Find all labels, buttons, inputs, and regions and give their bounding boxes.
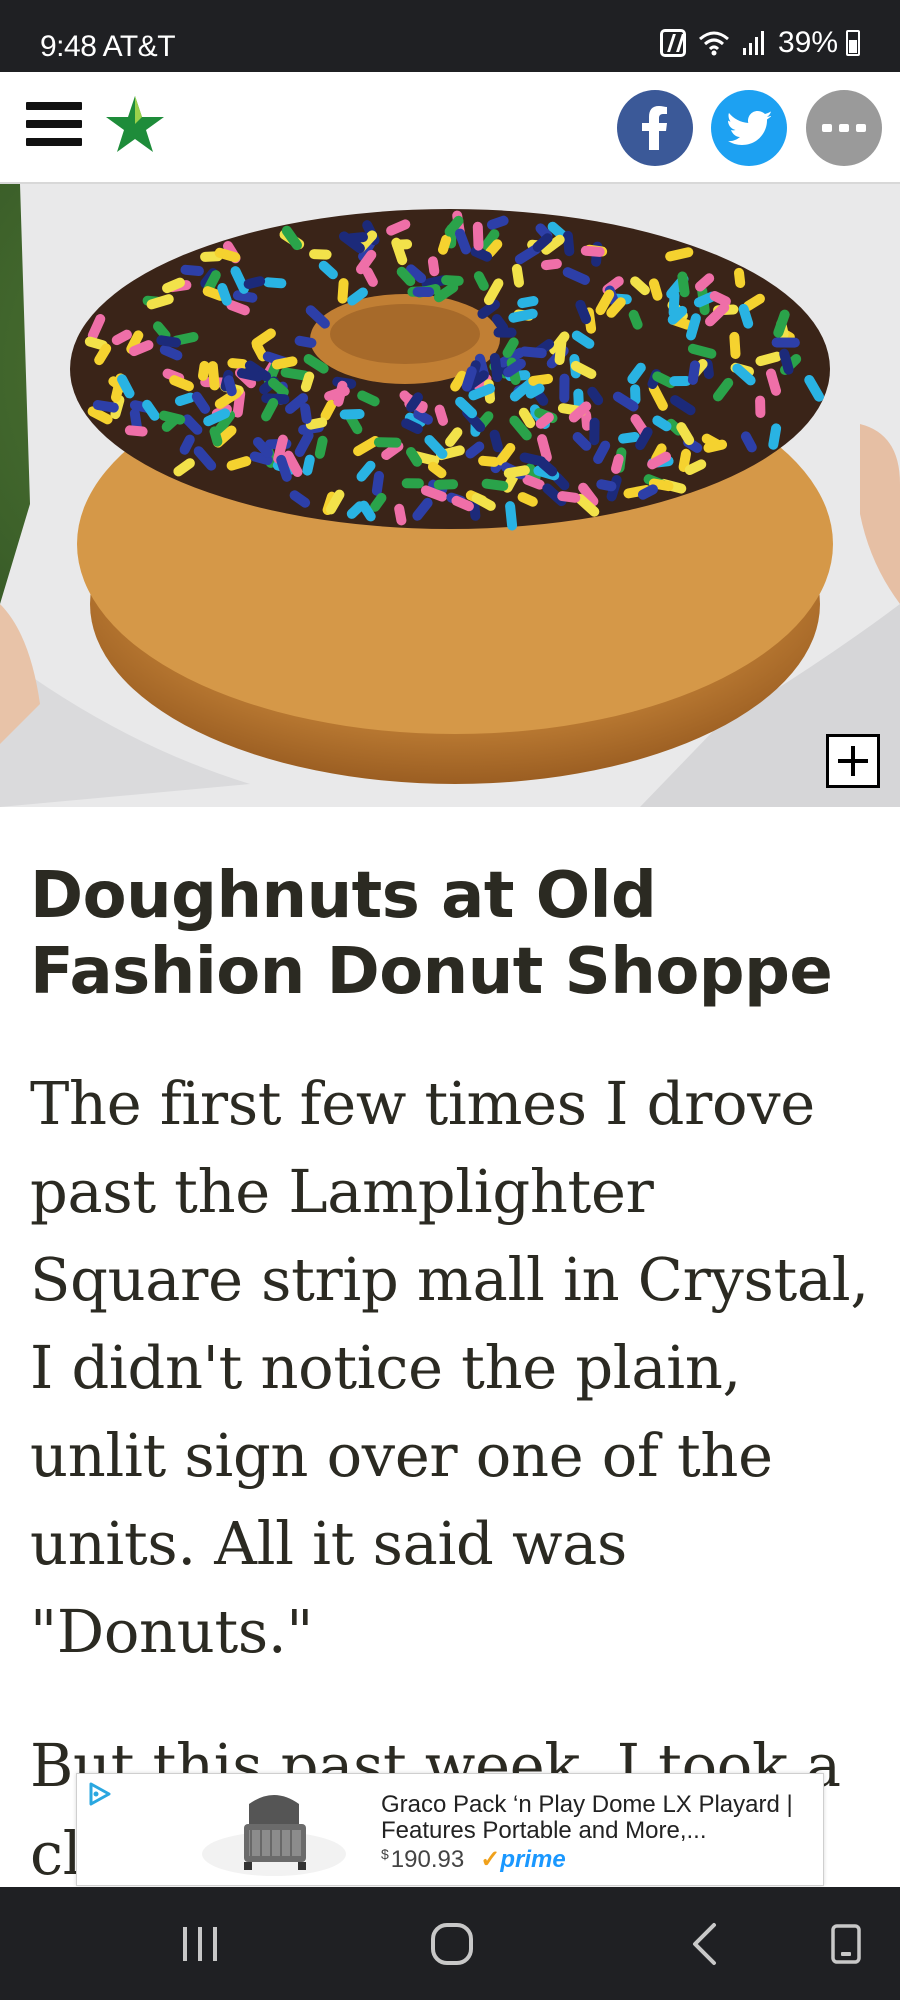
android-nav-bar xyxy=(0,1887,900,2000)
playard-product-image[interactable] xyxy=(199,1784,349,1876)
ad-currency: $ xyxy=(381,1846,389,1862)
back-icon xyxy=(693,1922,716,1965)
more-icon xyxy=(822,124,866,132)
prime-badge: ✓prime xyxy=(480,1845,565,1874)
battery-level: 39% xyxy=(777,26,838,59)
article-headline: Doughnuts at Old Fashion Donut Shoppe xyxy=(30,859,833,1009)
status-bar: 9:48 AT&T 39% xyxy=(0,0,900,72)
home-button[interactable] xyxy=(412,1887,492,2000)
rotate-icon xyxy=(831,1923,861,1964)
site-header xyxy=(0,72,900,184)
donut-illustration xyxy=(0,184,900,807)
status-icons: 39% xyxy=(659,26,860,60)
plus-icon xyxy=(838,746,868,776)
signal-icon xyxy=(742,31,764,55)
facebook-share-button[interactable] xyxy=(617,90,693,166)
hamburger-menu-icon[interactable] xyxy=(26,102,82,152)
more-share-button[interactable] xyxy=(806,90,882,166)
adchoices-icon[interactable] xyxy=(85,1780,113,1808)
ad-banner[interactable]: Graco Pack ‘n Play Dome LX Playard | Fea… xyxy=(76,1773,824,1886)
recents-icon xyxy=(183,1926,217,1961)
article-paragraph: The first few times I drove past the Lam… xyxy=(30,1069,869,1666)
rotate-button[interactable] xyxy=(806,1887,886,2000)
wifi-icon xyxy=(698,31,729,56)
facebook-icon xyxy=(642,106,667,150)
battery-icon xyxy=(846,30,860,56)
twitter-icon xyxy=(728,111,771,145)
prime-label: prime xyxy=(500,1846,566,1873)
ad-price-row: $ 190.93 ✓prime xyxy=(381,1845,566,1874)
expand-image-button[interactable] xyxy=(826,734,880,788)
ad-price: 190.93 xyxy=(390,1846,465,1873)
nfc-icon xyxy=(659,29,686,57)
home-icon xyxy=(431,1922,473,1965)
ad-product-title[interactable]: Graco Pack ‘n Play Dome LX Playard | Fea… xyxy=(381,1792,821,1844)
hero-donut-image[interactable] xyxy=(0,184,900,807)
status-time: 9:48 AT&T xyxy=(40,30,176,64)
twitter-share-button[interactable] xyxy=(711,90,787,166)
status-carrier: AT&T xyxy=(102,30,176,63)
recents-button[interactable] xyxy=(160,1887,240,2000)
back-button[interactable] xyxy=(664,1887,744,2000)
prime-check-icon: ✓ xyxy=(480,1846,501,1873)
status-clock: 9:48 xyxy=(40,30,97,63)
star-logo-icon[interactable] xyxy=(104,94,166,156)
